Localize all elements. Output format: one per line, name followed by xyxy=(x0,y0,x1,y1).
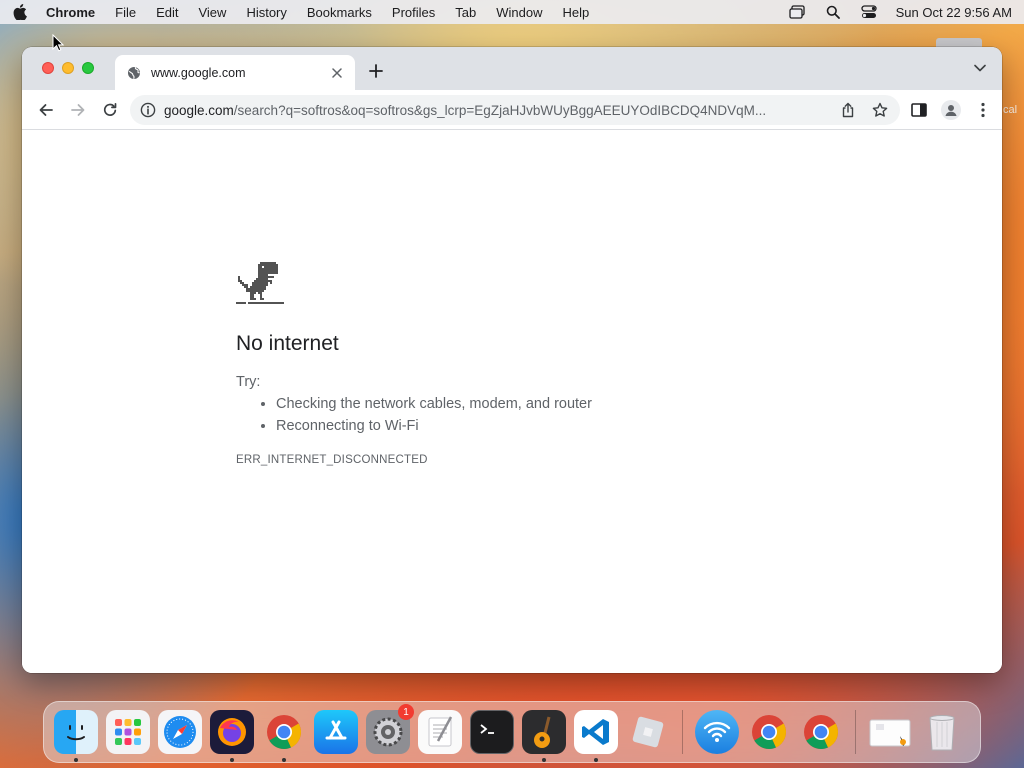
tab-search-chevron-icon[interactable] xyxy=(974,64,988,74)
try-label: Try: xyxy=(236,374,261,390)
notification-badge: 1 xyxy=(398,704,414,720)
menu-help[interactable]: Help xyxy=(563,5,590,20)
suggestion-list: Checking the network cables, modem, and … xyxy=(236,396,756,434)
menu-file[interactable]: File xyxy=(115,5,136,20)
desktop-edge-label: cal xyxy=(1003,104,1018,116)
dock-chrome-icon[interactable] xyxy=(262,710,306,762)
forward-arrow-icon[interactable] xyxy=(64,96,92,124)
tab-strip: www.google.com xyxy=(22,47,1002,90)
running-indicator xyxy=(282,758,286,762)
tab-close-icon[interactable] xyxy=(329,65,345,81)
tab-title: www.google.com xyxy=(151,65,246,80)
side-panel-icon[interactable] xyxy=(908,96,930,124)
address-bar[interactable]: google.com/search?q=softros&oq=softros&g… xyxy=(130,95,900,125)
address-bar-url[interactable]: google.com/search?q=softros&oq=softros&g… xyxy=(164,103,826,118)
window-zoom-button[interactable] xyxy=(82,62,94,74)
url-path: /search?q=softros&oq=softros&gs_lcrp=EgZ… xyxy=(233,102,767,118)
menu-window[interactable]: Window xyxy=(496,5,542,20)
suggestion-reconnect-wifi: Reconnecting to Wi-Fi xyxy=(276,418,756,434)
dock-trash-icon[interactable] xyxy=(920,710,964,754)
dock-vscode-icon[interactable] xyxy=(574,710,618,762)
globe-icon xyxy=(127,66,141,80)
reload-icon[interactable] xyxy=(96,96,124,124)
dock-chrome-app-icon[interactable] xyxy=(799,710,843,754)
dock-separator xyxy=(682,710,683,754)
dock-app-store-icon[interactable] xyxy=(314,710,358,754)
url-host: google.com xyxy=(164,102,234,118)
suggestion-check-cables: Checking the network cables, modem, and … xyxy=(276,396,756,412)
menu-bookmarks[interactable]: Bookmarks xyxy=(307,5,372,20)
dock-separator xyxy=(855,710,856,754)
window-minimize-button[interactable] xyxy=(62,62,74,74)
tab-google[interactable]: www.google.com xyxy=(115,55,355,90)
menu-app-chrome[interactable]: Chrome xyxy=(46,5,95,20)
avatar xyxy=(941,100,961,120)
back-arrow-icon[interactable] xyxy=(32,96,60,124)
chrome-menu-kebab-icon[interactable] xyxy=(972,96,994,124)
mouse-pointer-icon xyxy=(52,34,64,52)
dock-launchpad-icon[interactable] xyxy=(106,710,150,754)
menu-edit[interactable]: Edit xyxy=(156,5,178,20)
dinosaur-icon[interactable] xyxy=(236,260,284,308)
browser-toolbar: google.com/search?q=softros&oq=softros&g… xyxy=(22,90,1002,130)
menu-bar-clock[interactable]: Sun Oct 22 9:56 AM xyxy=(896,5,1012,20)
bookmark-star-icon[interactable] xyxy=(870,100,890,120)
dock-firefox-icon[interactable] xyxy=(210,710,254,762)
menu-tab[interactable]: Tab xyxy=(455,5,476,20)
share-icon[interactable] xyxy=(838,100,858,120)
dock: 1 xyxy=(43,701,981,763)
dock-wifi-utility-icon[interactable] xyxy=(695,710,739,754)
dock-roblox-icon[interactable] xyxy=(626,710,670,754)
dock-chrome-app-icon[interactable] xyxy=(747,710,791,754)
menu-bar: Chrome File Edit View History Bookmarks … xyxy=(0,0,1024,24)
menu-profiles[interactable]: Profiles xyxy=(392,5,435,20)
menu-history[interactable]: History xyxy=(246,5,286,20)
dock-documents-stack-icon[interactable] xyxy=(868,710,912,754)
window-close-button[interactable] xyxy=(42,62,54,74)
error-heading: No internet xyxy=(236,332,339,355)
error-code: ERR_INTERNET_DISCONNECTED xyxy=(236,454,428,466)
running-indicator xyxy=(230,758,234,762)
running-indicator xyxy=(542,758,546,762)
running-indicator xyxy=(594,758,598,762)
dock-system-settings-icon[interactable]: 1 xyxy=(366,704,414,754)
new-tab-button[interactable] xyxy=(367,62,385,80)
page-content: No internet Try: Checking the network ca… xyxy=(22,130,1002,673)
dock-safari-icon[interactable] xyxy=(158,710,202,754)
dock-textedit-icon[interactable] xyxy=(418,710,462,754)
apple-menu-icon[interactable] xyxy=(12,4,28,20)
spotlight-search-icon[interactable] xyxy=(824,4,842,20)
menu-view[interactable]: View xyxy=(198,5,226,20)
toolbar-right-actions xyxy=(908,96,994,124)
offline-error: No internet Try: Checking the network ca… xyxy=(236,260,756,466)
dock-garageband-icon[interactable] xyxy=(522,710,566,762)
profile-avatar-icon[interactable] xyxy=(940,96,962,124)
window-controls xyxy=(42,62,94,74)
dock-finder-icon[interactable] xyxy=(54,710,98,762)
control-center-icon[interactable] xyxy=(860,4,878,20)
chrome-window: www.google.com google.com/search?q=softr… xyxy=(22,47,1002,673)
running-indicator xyxy=(74,758,78,762)
screen-mirroring-icon[interactable] xyxy=(788,4,806,20)
site-info-icon[interactable] xyxy=(140,102,156,118)
dock-terminal-icon[interactable] xyxy=(470,710,514,754)
